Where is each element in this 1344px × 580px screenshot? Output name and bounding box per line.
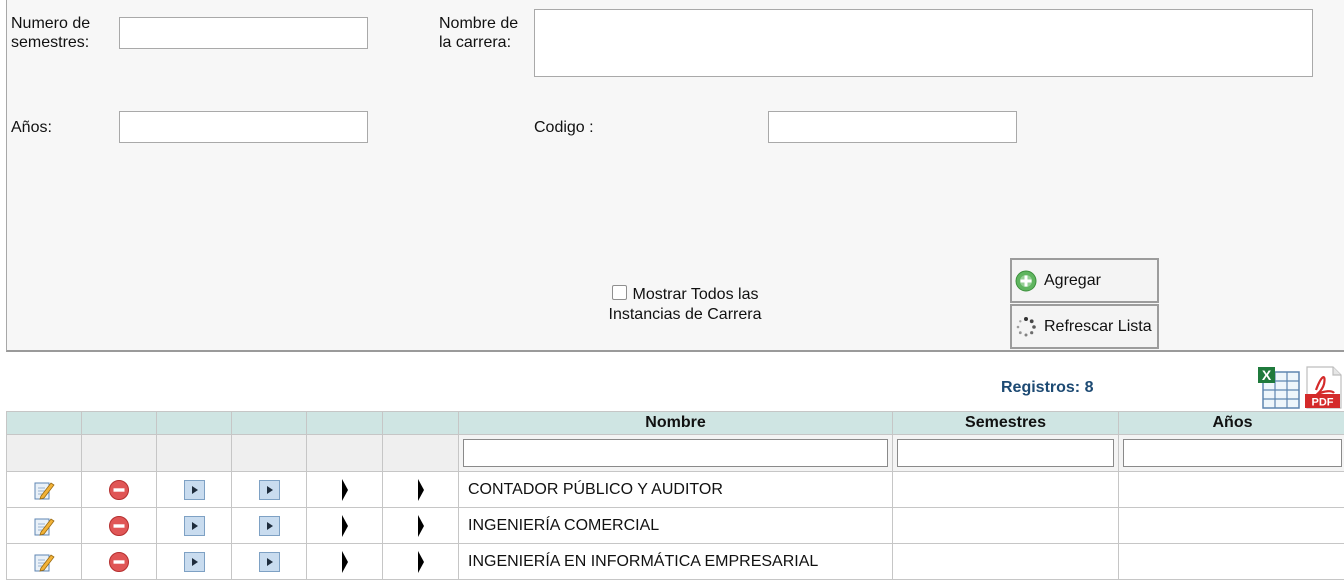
action-cell-1 [157, 472, 232, 508]
show-all-checkbox[interactable] [612, 285, 627, 300]
careers-table: Nombre Semestres Años [6, 411, 1344, 580]
edit-icon[interactable] [33, 551, 55, 573]
filter-cell-empty [232, 435, 307, 472]
add-circle-icon [1015, 270, 1037, 292]
show-all-label: Mostrar Todos las Instancias de Carrera [609, 286, 762, 323]
pdf-icon-text: PDF [1312, 397, 1334, 409]
play-icon[interactable] [184, 516, 205, 536]
cell-semestres [893, 472, 1119, 508]
expand-cell-2 [383, 544, 459, 580]
action-cell-1 [157, 544, 232, 580]
expand-cell-2 [383, 508, 459, 544]
edit-icon[interactable] [33, 515, 55, 537]
refresh-list-button-label: Refrescar Lista [1044, 318, 1152, 336]
delete-icon[interactable] [108, 479, 130, 501]
table-row: INGENIERÍA COMERCIAL [7, 508, 1344, 544]
column-header-anos[interactable]: Años [1119, 412, 1344, 435]
add-button-label: Agregar [1044, 272, 1101, 290]
filter-cell-empty [383, 435, 459, 472]
arrow-right-icon[interactable] [342, 479, 348, 501]
filter-cell-semestres [893, 435, 1119, 472]
play-icon[interactable] [259, 516, 280, 536]
delete-cell [82, 508, 157, 544]
cell-nombre: INGENIERÍA EN INFORMÁTICA EMPRESARIAL [459, 544, 893, 580]
filter-semestres-input[interactable] [897, 439, 1114, 467]
column-header-nombre[interactable]: Nombre [459, 412, 893, 435]
semesters-input[interactable] [119, 17, 368, 49]
career-name-label: Nombre de la carrera: [439, 14, 518, 52]
arrow-right-icon[interactable] [418, 515, 424, 537]
column-header-action-2 [232, 412, 307, 435]
edit-cell [7, 508, 82, 544]
expand-cell-1 [307, 472, 383, 508]
delete-icon[interactable] [108, 515, 130, 537]
expand-cell-1 [307, 508, 383, 544]
action-cell-2 [232, 544, 307, 580]
semesters-label: Numero de semestres: [11, 14, 90, 52]
play-icon[interactable] [259, 480, 280, 500]
pdf-export-icon[interactable]: PDF [1304, 366, 1344, 409]
edit-cell [7, 472, 82, 508]
code-input[interactable] [768, 111, 1017, 143]
cell-semestres [893, 508, 1119, 544]
table-header-row: Nombre Semestres Años [7, 412, 1344, 435]
years-label: Años: [11, 118, 52, 137]
delete-cell [82, 472, 157, 508]
column-header-expand-2 [383, 412, 459, 435]
filter-row [7, 435, 1344, 472]
column-header-expand-1 [307, 412, 383, 435]
career-form-panel: Numero de semestres: Nombre de la carrer… [6, 0, 1344, 352]
records-count: Registros: 8 [1001, 379, 1093, 397]
filter-cell-nombre [459, 435, 893, 472]
column-header-semestres[interactable]: Semestres [893, 412, 1119, 435]
cell-anos [1119, 544, 1344, 580]
cell-nombre: CONTADOR PÚBLICO Y AUDITOR [459, 472, 893, 508]
arrow-right-icon[interactable] [342, 515, 348, 537]
column-header-action-1 [157, 412, 232, 435]
edit-cell [7, 544, 82, 580]
add-button[interactable]: Agregar [1010, 258, 1159, 303]
code-label: Codigo : [534, 118, 594, 137]
play-icon[interactable] [184, 552, 205, 572]
refresh-spinner-icon [1015, 316, 1037, 338]
excel-export-icon[interactable]: X [1257, 366, 1300, 409]
play-icon[interactable] [259, 552, 280, 572]
filter-cell-anos [1119, 435, 1344, 472]
action-cell-1 [157, 508, 232, 544]
cell-anos [1119, 508, 1344, 544]
delete-cell [82, 544, 157, 580]
filter-cell-empty [82, 435, 157, 472]
column-header-edit [7, 412, 82, 435]
career-name-input[interactable] [534, 9, 1313, 77]
edit-icon[interactable] [33, 479, 55, 501]
action-cell-2 [232, 508, 307, 544]
arrow-right-icon[interactable] [342, 551, 348, 573]
expand-cell-1 [307, 544, 383, 580]
svg-text:X: X [1262, 367, 1272, 383]
column-header-delete [82, 412, 157, 435]
years-input[interactable] [119, 111, 368, 143]
table-row: CONTADOR PÚBLICO Y AUDITOR [7, 472, 1344, 508]
show-all-option: Mostrar Todos las Instancias de Carrera [605, 285, 765, 325]
table-row: INGENIERÍA EN INFORMÁTICA EMPRESARIAL [7, 544, 1344, 580]
cell-anos [1119, 472, 1344, 508]
filter-nombre-input[interactable] [463, 439, 888, 467]
arrow-right-icon[interactable] [418, 551, 424, 573]
filter-cell-empty [157, 435, 232, 472]
filter-anos-input[interactable] [1123, 439, 1342, 467]
expand-cell-2 [383, 472, 459, 508]
delete-icon[interactable] [108, 551, 130, 573]
filter-cell-empty [307, 435, 383, 472]
play-icon[interactable] [184, 480, 205, 500]
refresh-list-button[interactable]: Refrescar Lista [1010, 304, 1159, 349]
cell-semestres [893, 544, 1119, 580]
action-cell-2 [232, 472, 307, 508]
filter-cell-empty [7, 435, 82, 472]
arrow-right-icon[interactable] [418, 479, 424, 501]
cell-nombre: INGENIERÍA COMERCIAL [459, 508, 893, 544]
